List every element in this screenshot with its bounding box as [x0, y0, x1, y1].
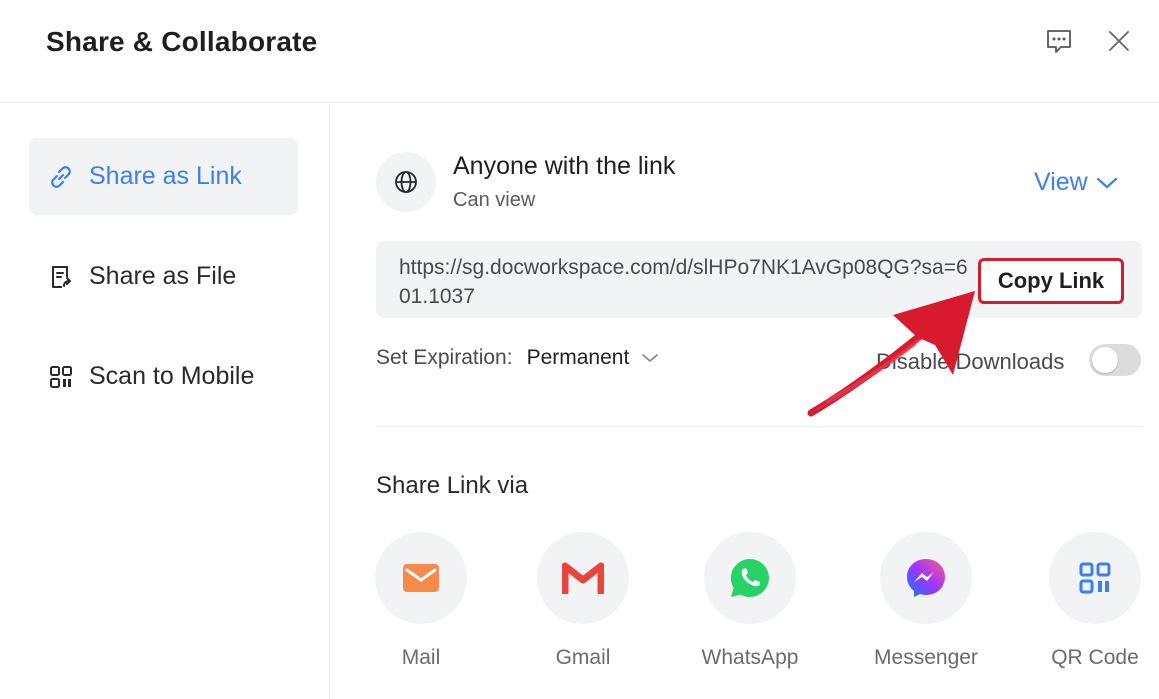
- chevron-down-icon: [1096, 177, 1117, 188]
- share-option-label: Messenger: [874, 646, 978, 669]
- qr-code-icon: [47, 363, 75, 391]
- sidebar-item-scan-to-mobile[interactable]: Scan to Mobile: [29, 338, 298, 415]
- share-option-mail[interactable]: Mail: [361, 532, 481, 670]
- dialog-title: Share & Collaborate: [46, 26, 318, 57]
- globe-icon: [376, 152, 436, 212]
- disable-downloads-toggle[interactable]: [1089, 344, 1141, 376]
- copy-link-button[interactable]: Copy Link: [978, 258, 1124, 304]
- feedback-button[interactable]: [1042, 24, 1076, 58]
- share-option-label: Mail: [401, 646, 441, 669]
- dialog-header: Share & Collaborate: [0, 0, 1159, 103]
- share-option-label: QR Code: [1051, 646, 1139, 669]
- share-option-qr-code[interactable]: QR Code: [1035, 532, 1155, 670]
- access-subtitle: Can view: [453, 189, 536, 211]
- share-option-label: WhatsApp: [701, 646, 799, 669]
- gmail-icon: [537, 532, 629, 624]
- sidebar-item-label: Share as File: [89, 262, 237, 290]
- feedback-icon: [1047, 30, 1071, 53]
- sidebar: Share as Link Share as File Scan to Mobi…: [0, 104, 330, 699]
- permission-value: View: [1034, 168, 1088, 196]
- share-option-label: Gmail: [555, 646, 611, 669]
- share-via-title: Share Link via: [376, 472, 529, 499]
- share-option-whatsapp[interactable]: WhatsApp: [690, 532, 810, 670]
- share-option-messenger[interactable]: Messenger: [866, 532, 986, 670]
- share-option-gmail[interactable]: Gmail: [523, 532, 643, 670]
- toggle-knob: [1092, 347, 1118, 373]
- disable-downloads-label: Disable Downloads: [876, 349, 1065, 374]
- chevron-down-icon: [642, 354, 659, 362]
- qr-code-icon: [1049, 532, 1141, 624]
- close-button[interactable]: [1102, 24, 1136, 58]
- sidebar-item-share-as-link[interactable]: Share as Link: [29, 138, 298, 215]
- whatsapp-icon: [704, 532, 796, 624]
- share-link-panel: Anyone with the link Can view View https…: [331, 104, 1159, 699]
- expiration-value: Permanent: [526, 346, 630, 369]
- expiration-label: Set Expiration:: [376, 346, 513, 369]
- permission-dropdown[interactable]: View: [1034, 168, 1118, 197]
- sidebar-item-label: Scan to Mobile: [89, 362, 255, 390]
- link-field[interactable]: https://sg.docworkspace.com/d/slHPo7NK1A…: [376, 241, 1142, 318]
- expiration-dropdown[interactable]: Set Expiration: Permanent: [376, 346, 659, 370]
- messenger-icon: [880, 532, 972, 624]
- sidebar-item-share-as-file[interactable]: Share as File: [29, 238, 298, 315]
- mail-icon: [375, 532, 467, 624]
- share-url[interactable]: https://sg.docworkspace.com/d/slHPo7NK1A…: [399, 253, 979, 311]
- link-icon: [47, 163, 75, 191]
- close-icon: [1109, 31, 1129, 51]
- divider: [376, 426, 1142, 427]
- file-share-icon: [47, 263, 75, 291]
- sidebar-item-label: Share as Link: [89, 162, 242, 190]
- access-title: Anyone with the link: [453, 152, 676, 180]
